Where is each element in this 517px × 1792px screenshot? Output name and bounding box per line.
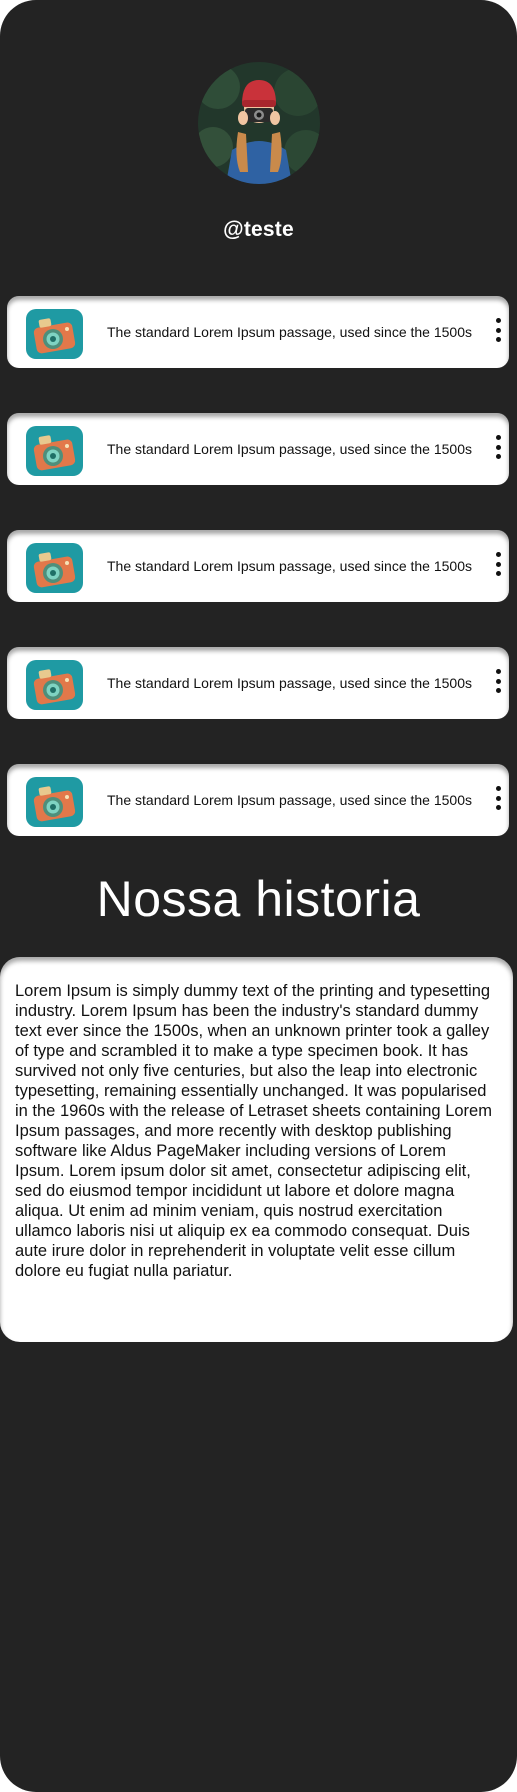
link-title: The standard Lorem Ipsum passage, used s… <box>107 324 472 340</box>
avatar[interactable] <box>198 62 320 184</box>
profile-handle: @teste <box>223 218 294 241</box>
link-card[interactable]: The standard Lorem Ipsum passage, used s… <box>7 764 509 836</box>
link-card[interactable]: The standard Lorem Ipsum passage, used s… <box>7 647 509 719</box>
story-box: Lorem Ipsum is simply dummy text of the … <box>0 957 513 1342</box>
link-title: The standard Lorem Ipsum passage, used s… <box>107 441 472 457</box>
more-vertical-icon[interactable] <box>493 786 503 810</box>
camera-app-icon <box>26 309 83 359</box>
profile-screen: @teste The standard Lorem Ipsum passage,… <box>0 0 517 1792</box>
link-card[interactable]: The standard Lorem Ipsum passage, used s… <box>7 413 509 485</box>
more-vertical-icon[interactable] <box>493 435 503 459</box>
more-vertical-icon[interactable] <box>493 552 503 576</box>
link-card[interactable]: The standard Lorem Ipsum passage, used s… <box>7 296 509 368</box>
story-body: Lorem Ipsum is simply dummy text of the … <box>15 982 492 1280</box>
more-vertical-icon[interactable] <box>493 669 503 693</box>
camera-app-icon <box>26 660 83 710</box>
profile-photo <box>198 62 320 184</box>
link-title: The standard Lorem Ipsum passage, used s… <box>107 558 472 574</box>
story-title: Nossa historia <box>96 871 421 927</box>
camera-app-icon <box>26 543 83 593</box>
link-title: The standard Lorem Ipsum passage, used s… <box>107 792 472 808</box>
link-card[interactable]: The standard Lorem Ipsum passage, used s… <box>7 530 509 602</box>
link-title: The standard Lorem Ipsum passage, used s… <box>107 675 472 691</box>
camera-app-icon <box>26 777 83 827</box>
more-vertical-icon[interactable] <box>493 318 503 342</box>
camera-app-icon <box>26 426 83 476</box>
